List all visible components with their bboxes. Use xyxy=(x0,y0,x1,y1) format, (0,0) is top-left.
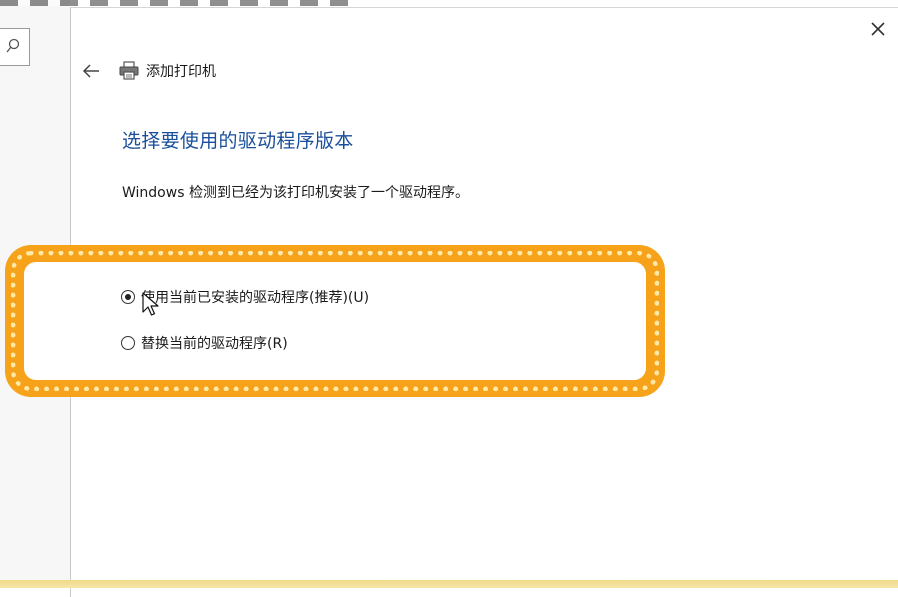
search-icon xyxy=(6,38,20,53)
printer-icon xyxy=(118,60,140,82)
bottom-edge-strip xyxy=(0,580,898,588)
dialog-title: 添加打印机 xyxy=(146,64,216,80)
back-arrow-icon xyxy=(82,64,99,78)
option-label: 替换当前的驱动程序(R) xyxy=(141,336,288,352)
radio-option-replace-driver[interactable]: 替换当前的驱动程序(R) xyxy=(121,333,288,353)
highlight-interior xyxy=(24,262,646,380)
page-description: Windows 检测到已经为该打印机安装了一个驱动程序。 xyxy=(122,185,469,201)
back-button[interactable] xyxy=(78,58,104,84)
close-icon xyxy=(871,22,885,36)
mouse-cursor-icon xyxy=(142,292,159,316)
background-title-strip xyxy=(0,0,360,6)
close-button[interactable] xyxy=(864,16,892,42)
radio-button-selected[interactable] xyxy=(121,290,135,304)
option-label: 使用当前已安装的驱动程序(推荐)(U) xyxy=(141,290,370,306)
background-search-box[interactable] xyxy=(0,28,30,66)
page-heading: 选择要使用的驱动程序版本 xyxy=(122,130,354,152)
dialog-title-bar: 添加打印机 xyxy=(78,58,216,84)
radio-button[interactable] xyxy=(121,336,135,350)
